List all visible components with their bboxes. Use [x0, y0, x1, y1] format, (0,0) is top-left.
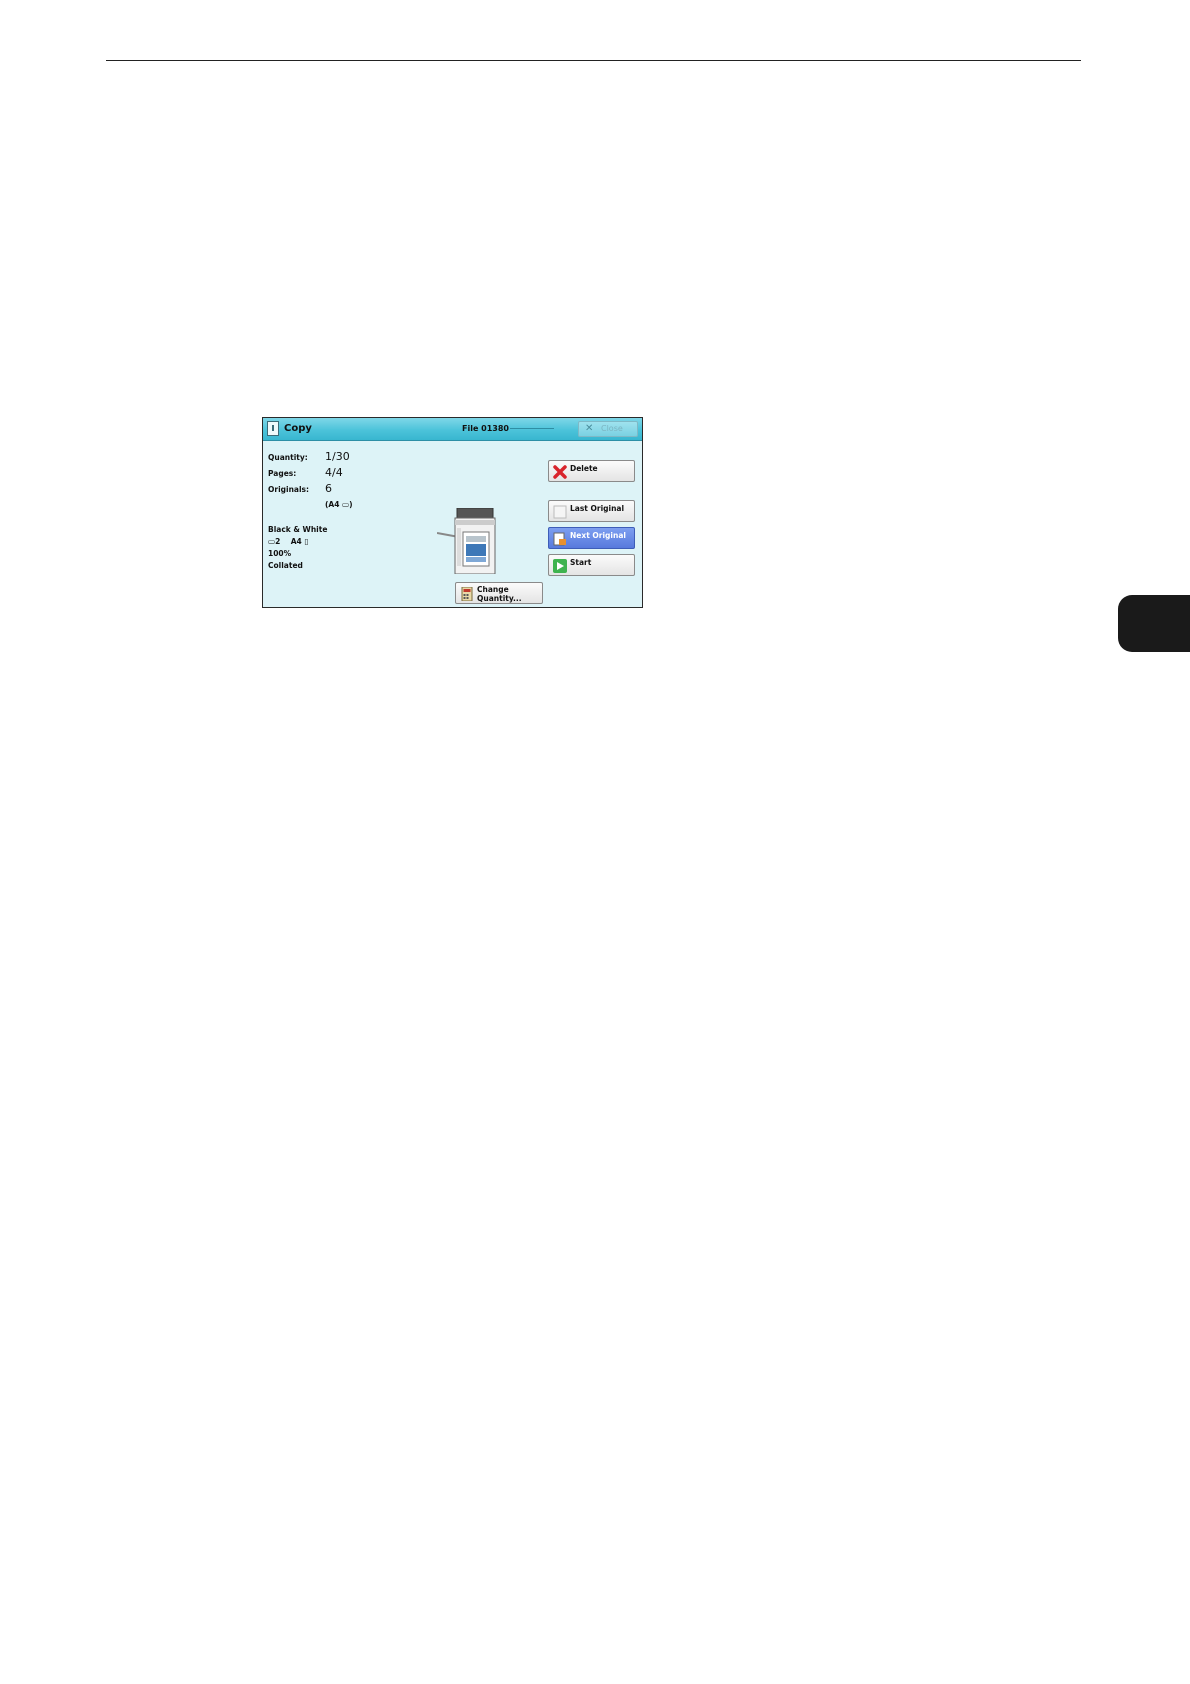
window-title: Copy — [284, 423, 312, 434]
calculator-icon — [461, 587, 473, 601]
change-quantity-line1: Change — [477, 585, 509, 594]
delete-label: Delete — [570, 464, 598, 473]
chapter-tab — [1118, 595, 1190, 652]
close-icon: ✕ — [585, 423, 594, 434]
title-bar: Copy File 01380 ✕ Close — [263, 418, 642, 441]
change-quantity-line2: Quantity... — [477, 594, 522, 603]
file-name: File 01380 — [462, 424, 509, 433]
start-button[interactable]: Start — [548, 554, 635, 576]
quantity-label: Quantity: — [268, 453, 308, 462]
close-label: Close — [601, 424, 623, 433]
next-document-icon — [553, 532, 566, 546]
last-original-label: Last Original — [570, 504, 625, 513]
originals-label: Originals: — [268, 485, 310, 494]
delete-icon — [553, 465, 567, 479]
reduce-enlarge: 100% — [268, 549, 292, 558]
copy-icon — [267, 421, 279, 436]
change-quantity-label: Change Quantity... — [477, 585, 522, 603]
next-original-button[interactable]: Next Original — [548, 527, 635, 549]
page-header-rule — [106, 60, 1081, 61]
close-button[interactable]: ✕ Close — [578, 421, 638, 437]
paper-tray: ▭2 A4 ▯ — [268, 537, 309, 546]
copy-job-screen: Copy File 01380 ✕ Close Quantity: 1/30 P… — [262, 417, 643, 608]
originals-value: 6 — [325, 482, 332, 495]
pages-label: Pages: — [268, 469, 297, 478]
delete-button[interactable]: Delete — [548, 460, 635, 482]
last-original-button[interactable]: Last Original — [548, 500, 635, 522]
color-mode: Black & White — [268, 525, 328, 534]
start-icon — [553, 559, 567, 573]
change-quantity-button[interactable]: Change Quantity... — [455, 582, 543, 604]
document-icon — [553, 505, 567, 519]
start-label: Start — [570, 558, 592, 567]
pages-value: 4/4 — [325, 466, 343, 479]
title-divider — [510, 428, 554, 429]
printer-machine-icon — [437, 508, 496, 574]
output-mode: Collated — [268, 561, 303, 570]
originals-size: (A4 ▭) — [325, 500, 353, 509]
next-original-label: Next Original — [570, 531, 626, 540]
quantity-value: 1/30 — [325, 450, 350, 463]
